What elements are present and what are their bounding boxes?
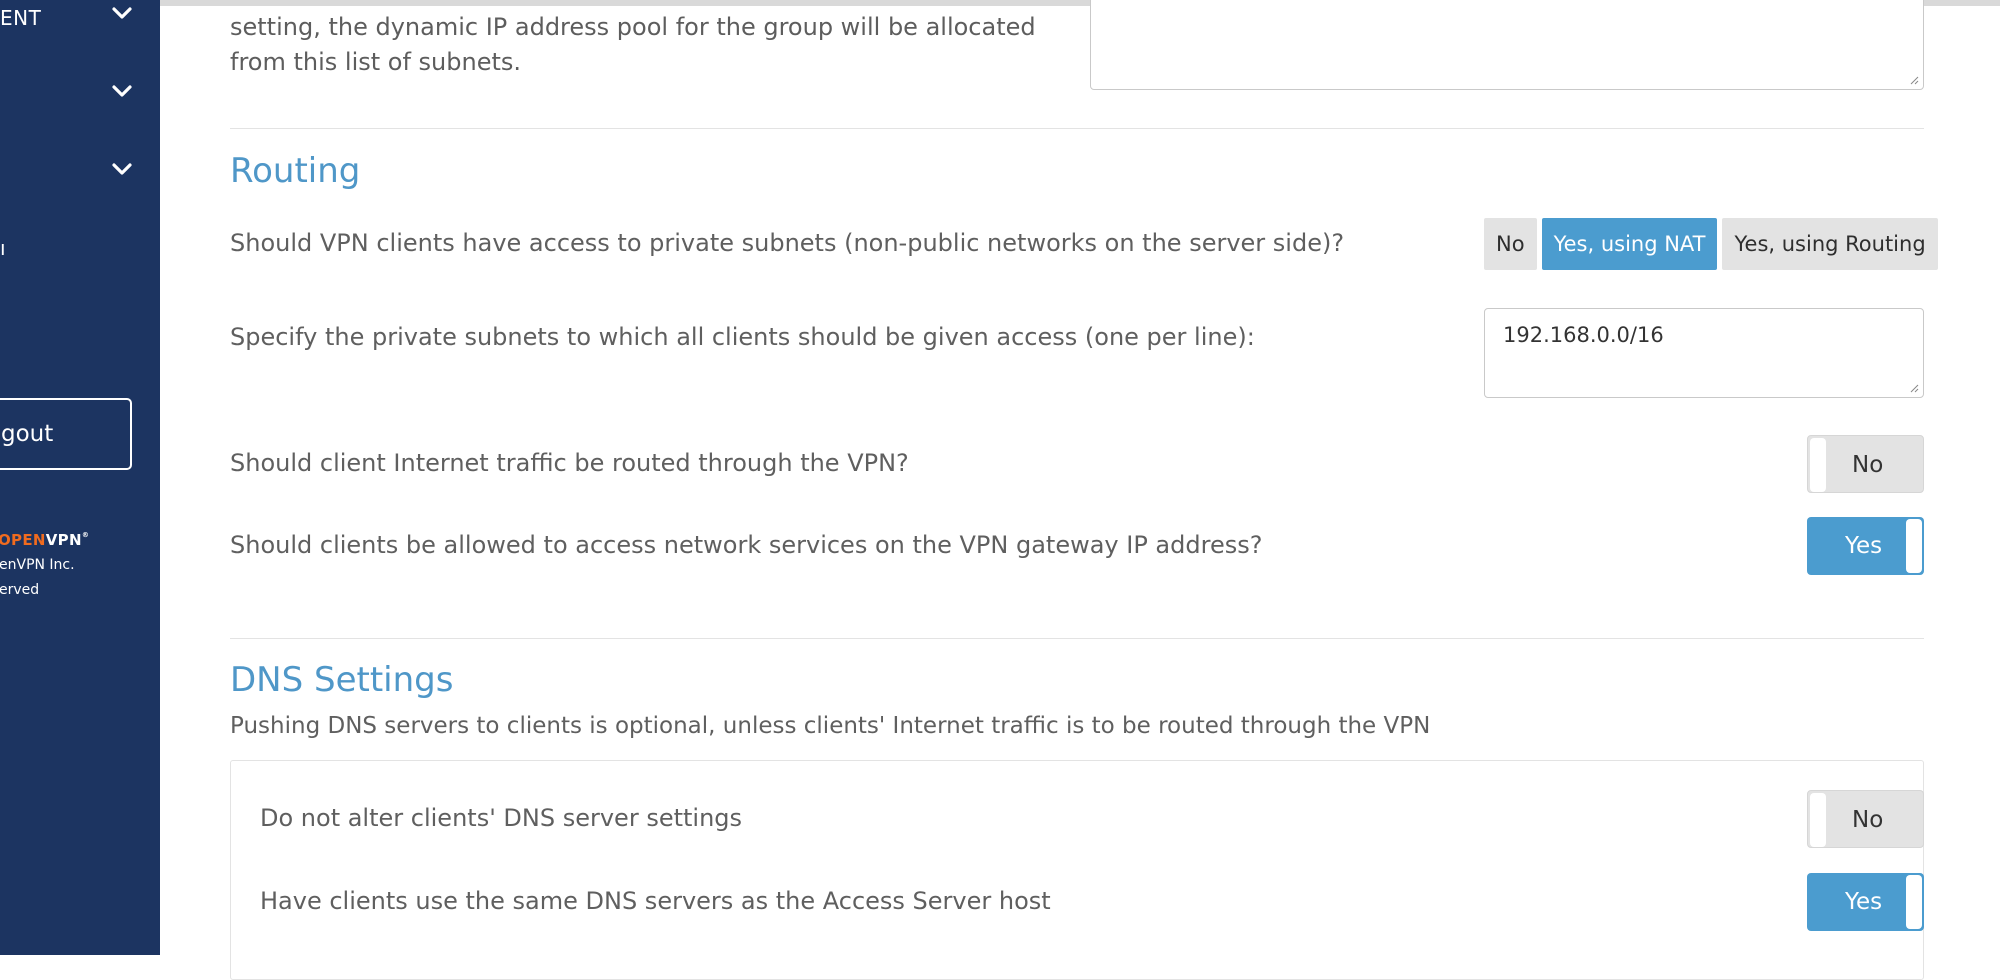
gateway-access-toggle[interactable]: Yes xyxy=(1807,517,1924,575)
copyright-text: erved xyxy=(0,582,40,598)
dns-options-panel xyxy=(230,760,1924,980)
divider xyxy=(230,128,1924,129)
dns-no-alter-label: Do not alter clients' DNS server setting… xyxy=(260,804,743,832)
logout-button[interactable]: gout xyxy=(0,398,132,470)
toggle-knob xyxy=(1810,438,1826,492)
chevron-down-icon[interactable] xyxy=(112,7,132,23)
routing-section-title: Routing xyxy=(230,151,361,191)
sidebar-item-label[interactable]: ENT xyxy=(0,6,41,30)
private-subnets-textarea[interactable]: 192.168.0.0/16 xyxy=(1484,308,1924,398)
option-yes-routing-button[interactable]: Yes, using Routing xyxy=(1722,218,1938,270)
internet-traffic-toggle[interactable]: No xyxy=(1807,435,1924,493)
main-content: setting, the dynamic IP address pool for… xyxy=(160,0,2000,980)
copyright-text: enVPN Inc. xyxy=(0,557,75,573)
dns-no-alter-toggle[interactable]: No xyxy=(1807,790,1924,848)
sidebar: ENT ı gout OPENVPN® enVPN Inc. erved xyxy=(0,0,160,955)
toggle-value: No xyxy=(1852,452,1884,478)
gateway-access-question: Should clients be allowed to access netw… xyxy=(230,531,1263,559)
subnet-pool-description: setting, the dynamic IP address pool for… xyxy=(230,10,1066,80)
private-access-question: Should VPN clients have access to privat… xyxy=(230,229,1345,257)
toggle-value: Yes xyxy=(1845,889,1883,915)
divider xyxy=(230,638,1924,639)
toggle-knob xyxy=(1906,875,1922,929)
dns-section-subtitle: Pushing DNS servers to clients is option… xyxy=(230,713,1431,739)
option-yes-nat-button[interactable]: Yes, using NAT xyxy=(1541,218,1718,270)
dns-same-servers-label: Have clients use the same DNS servers as… xyxy=(260,887,1051,915)
resize-grip-icon[interactable] xyxy=(1910,76,1919,85)
private-subnets-question: Specify the private subnets to which all… xyxy=(230,323,1255,351)
resize-grip-icon[interactable] xyxy=(1910,384,1919,393)
openvpn-logo: OPENVPN® xyxy=(0,531,90,549)
toggle-value: Yes xyxy=(1845,533,1883,559)
private-access-options: No Yes, using NAT Yes, using Routing xyxy=(1484,218,1938,270)
option-no-button[interactable]: No xyxy=(1484,218,1537,270)
sidebar-item-label[interactable]: ı xyxy=(0,236,6,260)
dns-section-title: DNS Settings xyxy=(230,660,454,700)
chevron-down-icon[interactable] xyxy=(112,85,132,101)
description-line: setting, the dynamic IP address pool for… xyxy=(230,13,1036,41)
description-line: from this list of subnets. xyxy=(230,48,522,76)
toggle-value: No xyxy=(1852,807,1884,833)
internet-traffic-question: Should client Internet traffic be routed… xyxy=(230,449,909,477)
toggle-knob xyxy=(1810,793,1826,847)
group-subnets-textarea[interactable] xyxy=(1090,0,1924,90)
dns-same-servers-toggle[interactable]: Yes xyxy=(1807,873,1924,931)
chevron-down-icon[interactable] xyxy=(112,163,132,179)
toggle-knob xyxy=(1906,519,1922,573)
subnets-value: 192.168.0.0/16 xyxy=(1503,323,1664,347)
